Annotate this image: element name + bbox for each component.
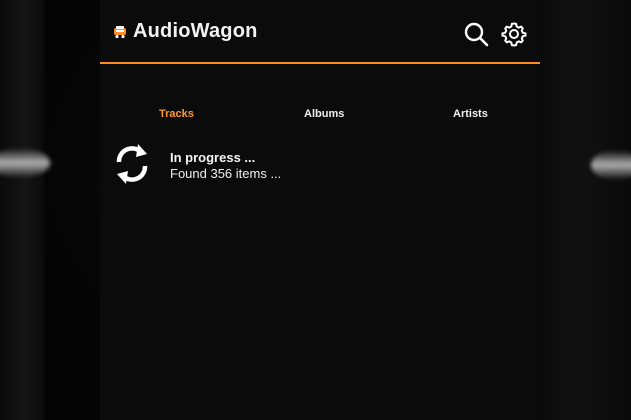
- sync-icon: [116, 144, 148, 184]
- tab-tracks[interactable]: Tracks: [159, 108, 194, 120]
- app-logo-icon: [114, 26, 126, 39]
- app-bar-accent-line: [100, 62, 540, 64]
- status-title: In progress ...: [170, 150, 256, 165]
- app-screen: AudioWagon Tracks Albums Artists In prog…: [100, 0, 540, 420]
- app-bar: AudioWagon: [100, 0, 540, 64]
- tab-artists[interactable]: Artists: [453, 108, 488, 120]
- right-bezel: [539, 0, 631, 420]
- app-title: AudioWagon: [133, 20, 258, 42]
- device-frame: AudioWagon Tracks Albums Artists In prog…: [0, 0, 631, 420]
- status-subtitle: Found 356 items ...: [170, 166, 282, 181]
- left-bezel: [0, 0, 44, 420]
- scan-status: In progress ... Found 356 items ...: [100, 140, 540, 190]
- gear-icon[interactable]: [500, 20, 528, 48]
- tab-albums[interactable]: Albums: [304, 108, 344, 120]
- tab-bar: Tracks Albums Artists: [100, 100, 540, 132]
- search-icon[interactable]: [462, 20, 490, 48]
